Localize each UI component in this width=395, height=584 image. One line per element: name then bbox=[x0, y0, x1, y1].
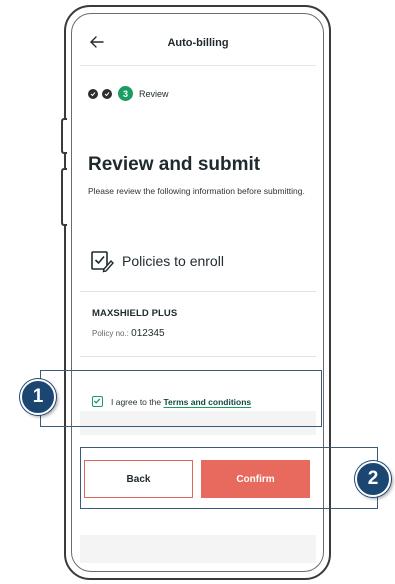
policy-number: Policy no.: 012345 bbox=[92, 328, 165, 339]
annotation-box-actions bbox=[80, 447, 378, 509]
arrow-left-icon[interactable] bbox=[88, 33, 106, 51]
policies-section-heading: Policies to enroll bbox=[90, 249, 224, 273]
divider bbox=[80, 356, 316, 357]
phone-side-button-top bbox=[61, 118, 67, 154]
intro-text: Please review the following information … bbox=[88, 186, 305, 196]
policy-number-label: Policy no.: bbox=[92, 329, 129, 338]
step-2-complete-icon bbox=[102, 88, 112, 99]
progress-stepper: 3 Review bbox=[88, 86, 169, 101]
annotation-badge-1: 1 bbox=[20, 379, 56, 415]
step-current-number: 3 bbox=[118, 86, 133, 101]
policy-number-value: 012345 bbox=[131, 328, 165, 339]
step-current-label: Review bbox=[139, 88, 169, 99]
policy-plan-name: MAXSHIELD PLUS bbox=[92, 308, 178, 319]
page-header-title: Auto-billing bbox=[167, 36, 229, 49]
page-title: Review and submit bbox=[88, 154, 261, 175]
annotation-badge-2: 2 bbox=[355, 461, 391, 497]
annotation-box-terms bbox=[40, 370, 322, 427]
review-content: 3 Review Review and submit Please review… bbox=[80, 66, 316, 411]
checklist-edit-icon bbox=[91, 251, 114, 273]
divider bbox=[80, 291, 316, 292]
policies-section-label: Policies to enroll bbox=[122, 253, 224, 269]
phone-side-button-bottom bbox=[61, 168, 67, 226]
step-1-complete-icon bbox=[88, 88, 98, 99]
top-bar: Auto-billing bbox=[80, 20, 316, 66]
